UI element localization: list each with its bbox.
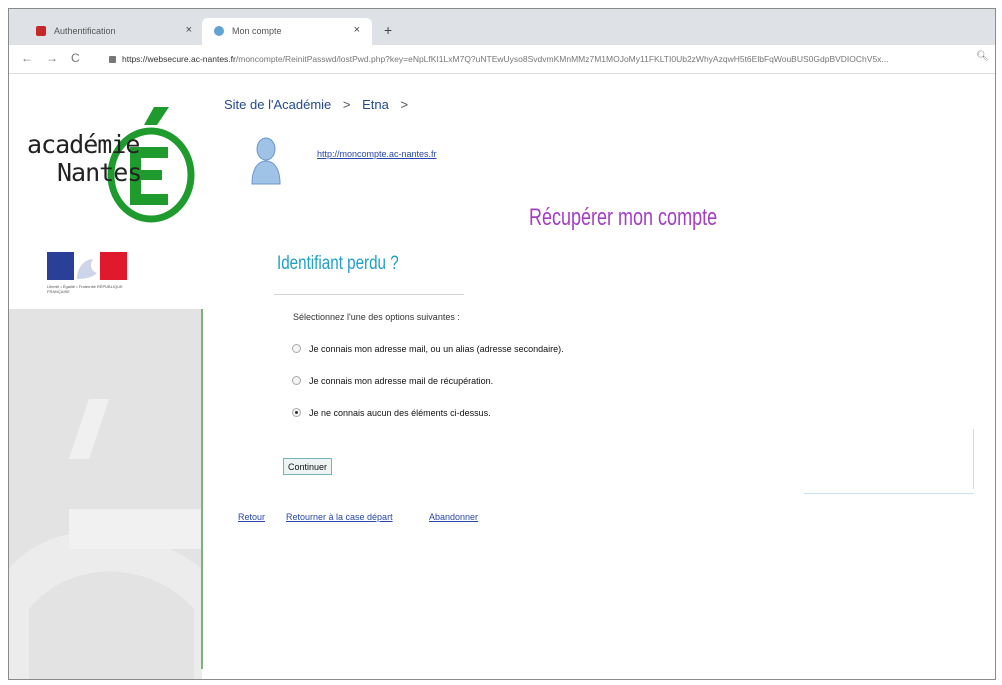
academie-nantes-logo-text: académie Nantes	[27, 130, 142, 187]
tab-mon-compte[interactable]: Mon compte ×	[202, 18, 372, 45]
search-icon[interactable]: 🔍︎	[976, 51, 989, 62]
url-field[interactable]: https://websecure.ac-nantes.fr/moncompte…	[109, 51, 969, 68]
option-mail-alias[interactable]: Je connais mon adresse mail, ou un alias…	[292, 344, 564, 354]
browser-window: Authentification × Mon compte × + ← → C …	[8, 8, 996, 680]
radio-button-checked[interactable]	[292, 408, 301, 417]
back-arrow-icon[interactable]: ←	[21, 51, 33, 65]
options-panel	[274, 294, 974, 494]
forward-arrow-icon[interactable]: →	[46, 51, 58, 65]
address-bar: ← → C https://websecure.ac-nantes.fr/mon…	[9, 45, 995, 74]
new-tab-button[interactable]: +	[384, 22, 392, 38]
tab-bar: Authentification × Mon compte × +	[9, 9, 995, 45]
lock-icon	[109, 56, 116, 63]
favicon-icon	[214, 26, 224, 36]
close-tab-icon[interactable]: ×	[354, 24, 360, 36]
sidebar-background	[9, 309, 202, 679]
tab-authentification[interactable]: Authentification ×	[24, 18, 204, 45]
page-title: Récupérer mon compte	[529, 204, 718, 231]
breadcrumb-etna[interactable]: Etna	[362, 97, 389, 112]
moncompte-link[interactable]: http://moncompte.ac-nantes.fr	[317, 149, 437, 159]
option-recovery-mail[interactable]: Je connais mon adresse mail de récupérat…	[292, 376, 493, 386]
tab-title: Authentification	[54, 26, 116, 36]
section-title: Identifiant perdu ?	[277, 253, 399, 274]
radio-button[interactable]	[292, 344, 301, 353]
panel-border	[274, 294, 464, 295]
watermark-e-icon	[9, 399, 202, 679]
radio-button[interactable]	[292, 376, 301, 385]
close-tab-icon[interactable]: ×	[186, 24, 192, 36]
tab-title: Mon compte	[232, 26, 282, 36]
breadcrumb-separator: >	[400, 97, 409, 112]
breadcrumb-separator: >	[342, 97, 351, 112]
favicon-icon	[36, 26, 46, 36]
instruction-text: Sélectionnez l'une des options suivantes…	[293, 312, 460, 322]
abort-link[interactable]: Abandonner	[429, 512, 478, 522]
flag-caption: Liberté • Égalité • Fraternité RÉPUBLIQU…	[47, 284, 123, 294]
option-label: Je ne connais aucun des éléments ci-dess…	[309, 408, 491, 418]
logo-line1: académie	[27, 130, 140, 159]
user-icon	[251, 137, 281, 185]
logo-line2: Nantes	[57, 158, 142, 187]
reload-icon[interactable]: C	[71, 51, 80, 65]
breadcrumb: Site de l'Académie > Etna >	[224, 97, 416, 112]
panel-border	[973, 429, 974, 489]
breadcrumb-site-academie[interactable]: Site de l'Académie	[224, 97, 331, 112]
option-label: Je connais mon adresse mail de récupérat…	[309, 376, 494, 386]
continue-button[interactable]: Continuer	[283, 458, 333, 475]
option-none[interactable]: Je ne connais aucun des éléments ci-dess…	[292, 408, 491, 418]
restart-link[interactable]: Retourner à la case départ	[286, 512, 393, 522]
url-host: https://websecure.ac-nantes.fr	[122, 54, 236, 64]
marianne-flag-icon	[47, 252, 127, 280]
back-link[interactable]: Retour	[238, 512, 265, 522]
panel-border	[804, 493, 974, 494]
option-label: Je connais mon adresse mail, ou un alias…	[309, 344, 564, 354]
sidebar-divider	[201, 309, 203, 669]
url-path: /moncompte/ReinitPasswd/lostPwd.php?key=…	[235, 54, 889, 64]
